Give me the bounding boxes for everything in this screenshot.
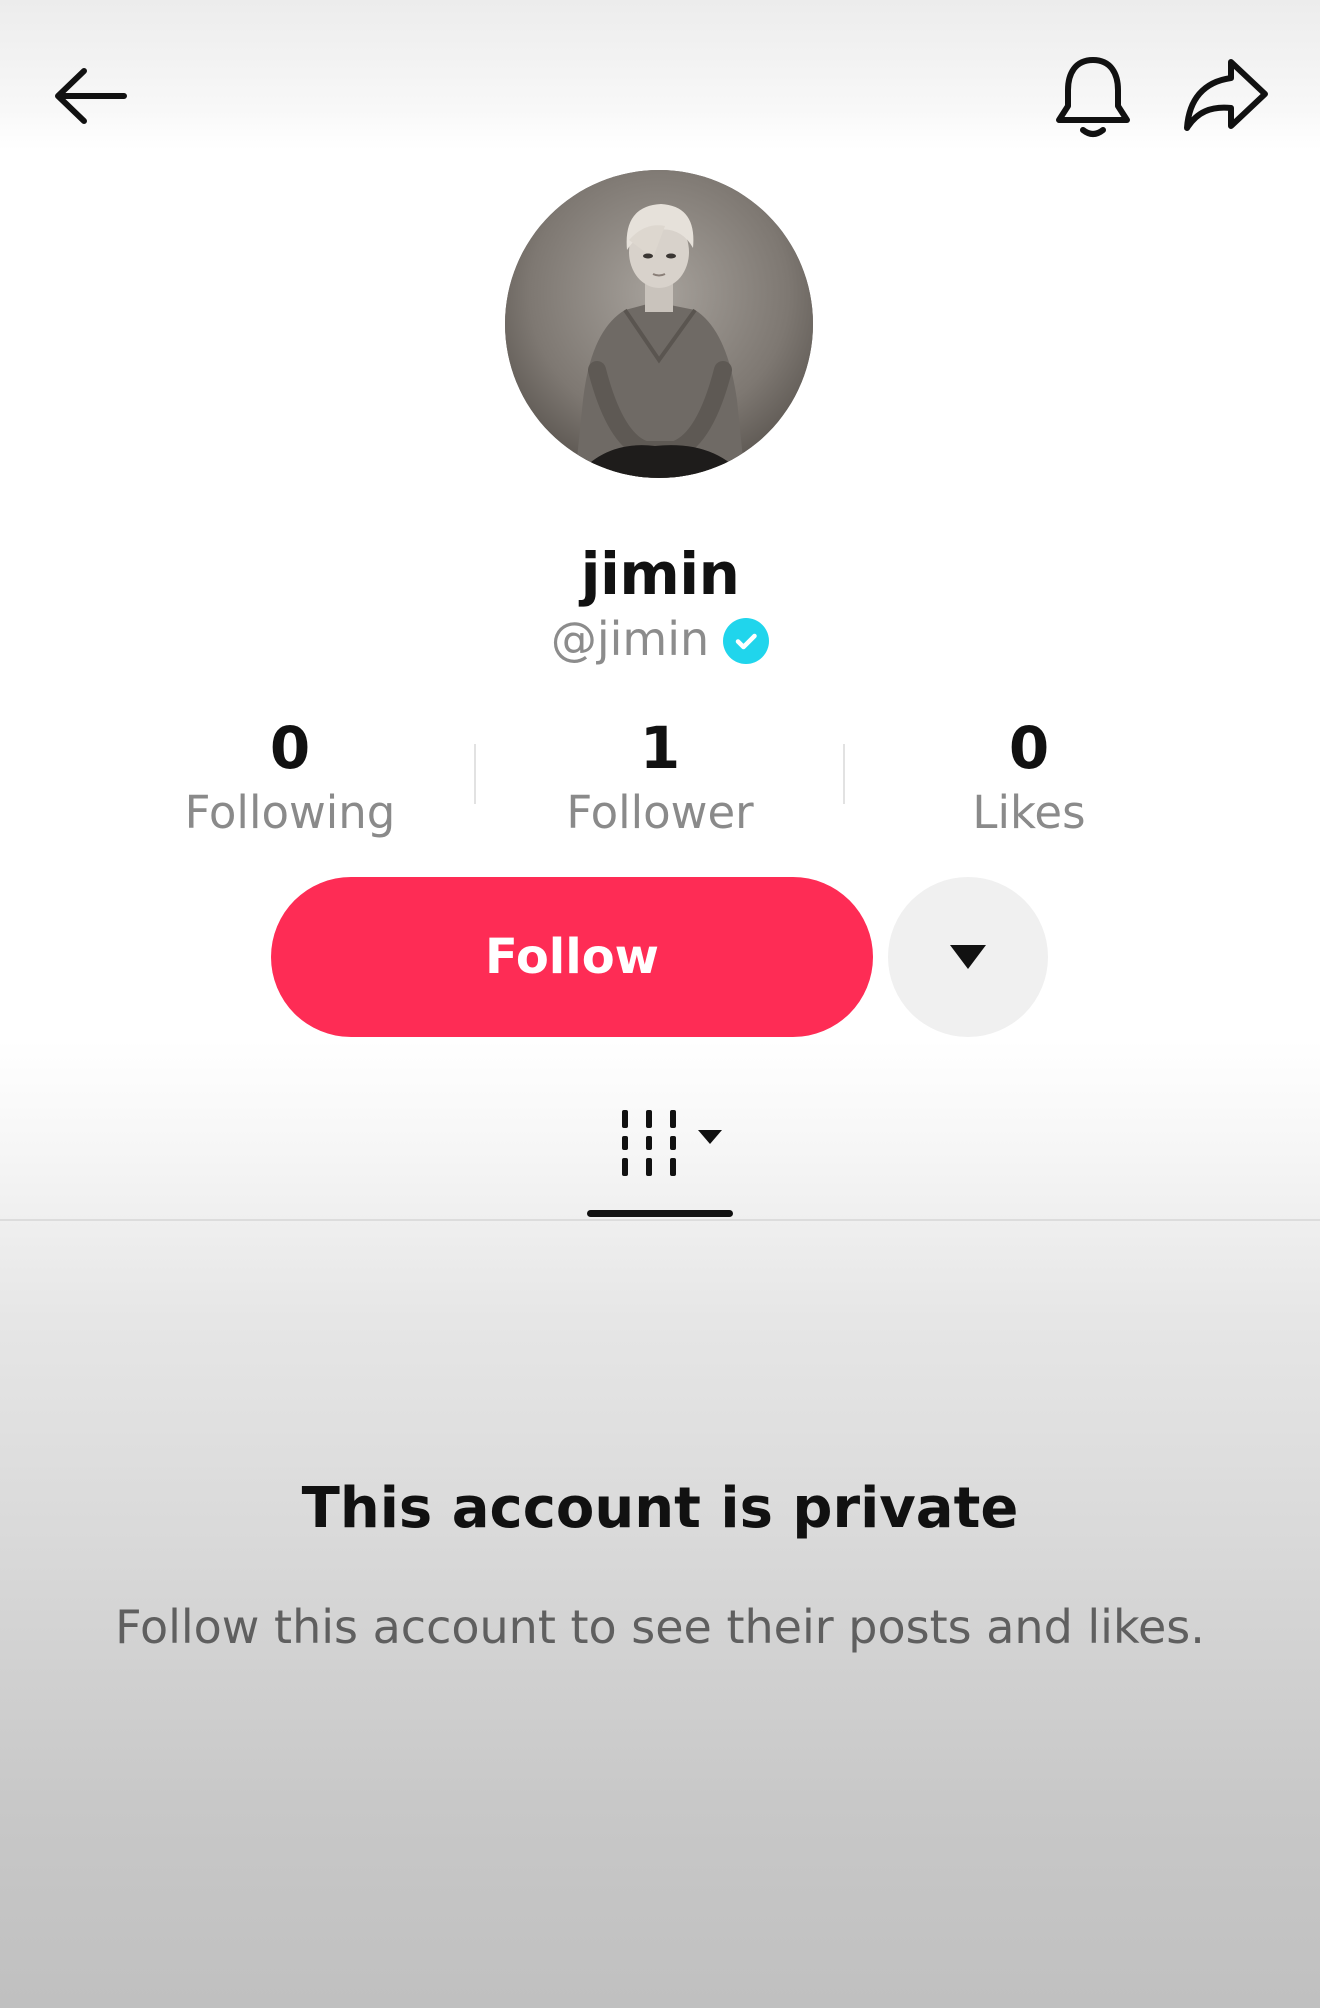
share-arrow-icon: [1184, 59, 1268, 131]
stat-following[interactable]: 0 Following: [140, 712, 440, 842]
tab-separator: [0, 1219, 1320, 1221]
share-button[interactable]: [1176, 52, 1276, 140]
stat-likes: 0 Likes: [879, 712, 1179, 842]
stat-followers[interactable]: 1 Follower: [510, 712, 810, 842]
private-account-message: Follow this account to see their posts a…: [115, 1600, 1205, 1654]
profile-photo: [505, 170, 813, 478]
username-row: @jimin: [0, 612, 1320, 666]
tab-videos[interactable]: [618, 1106, 730, 1182]
display-name: jimin: [580, 540, 740, 608]
suggested-accounts-button[interactable]: [888, 877, 1048, 1037]
arrow-left-icon: [55, 68, 127, 124]
notifications-button[interactable]: [1050, 52, 1136, 142]
follower-count: 1: [639, 714, 681, 782]
follower-label: Follower: [566, 786, 754, 839]
following-count: 0: [269, 714, 311, 782]
stat-divider: [843, 744, 845, 804]
likes-count: 0: [1008, 714, 1050, 782]
likes-label: Likes: [972, 786, 1086, 839]
verified-badge-icon: [723, 618, 770, 664]
avatar[interactable]: [505, 170, 813, 478]
follow-button[interactable]: Follow: [271, 877, 873, 1037]
caret-down-icon: [950, 945, 986, 969]
back-button[interactable]: [40, 56, 140, 136]
private-account-title: This account is private: [301, 1476, 1019, 1541]
videos-grid-icon: [622, 1110, 722, 1176]
following-label: Following: [184, 786, 396, 839]
username: @jimin: [550, 612, 710, 666]
active-tab-indicator: [587, 1210, 733, 1217]
bell-icon: [1056, 57, 1130, 137]
stat-divider: [474, 744, 476, 804]
